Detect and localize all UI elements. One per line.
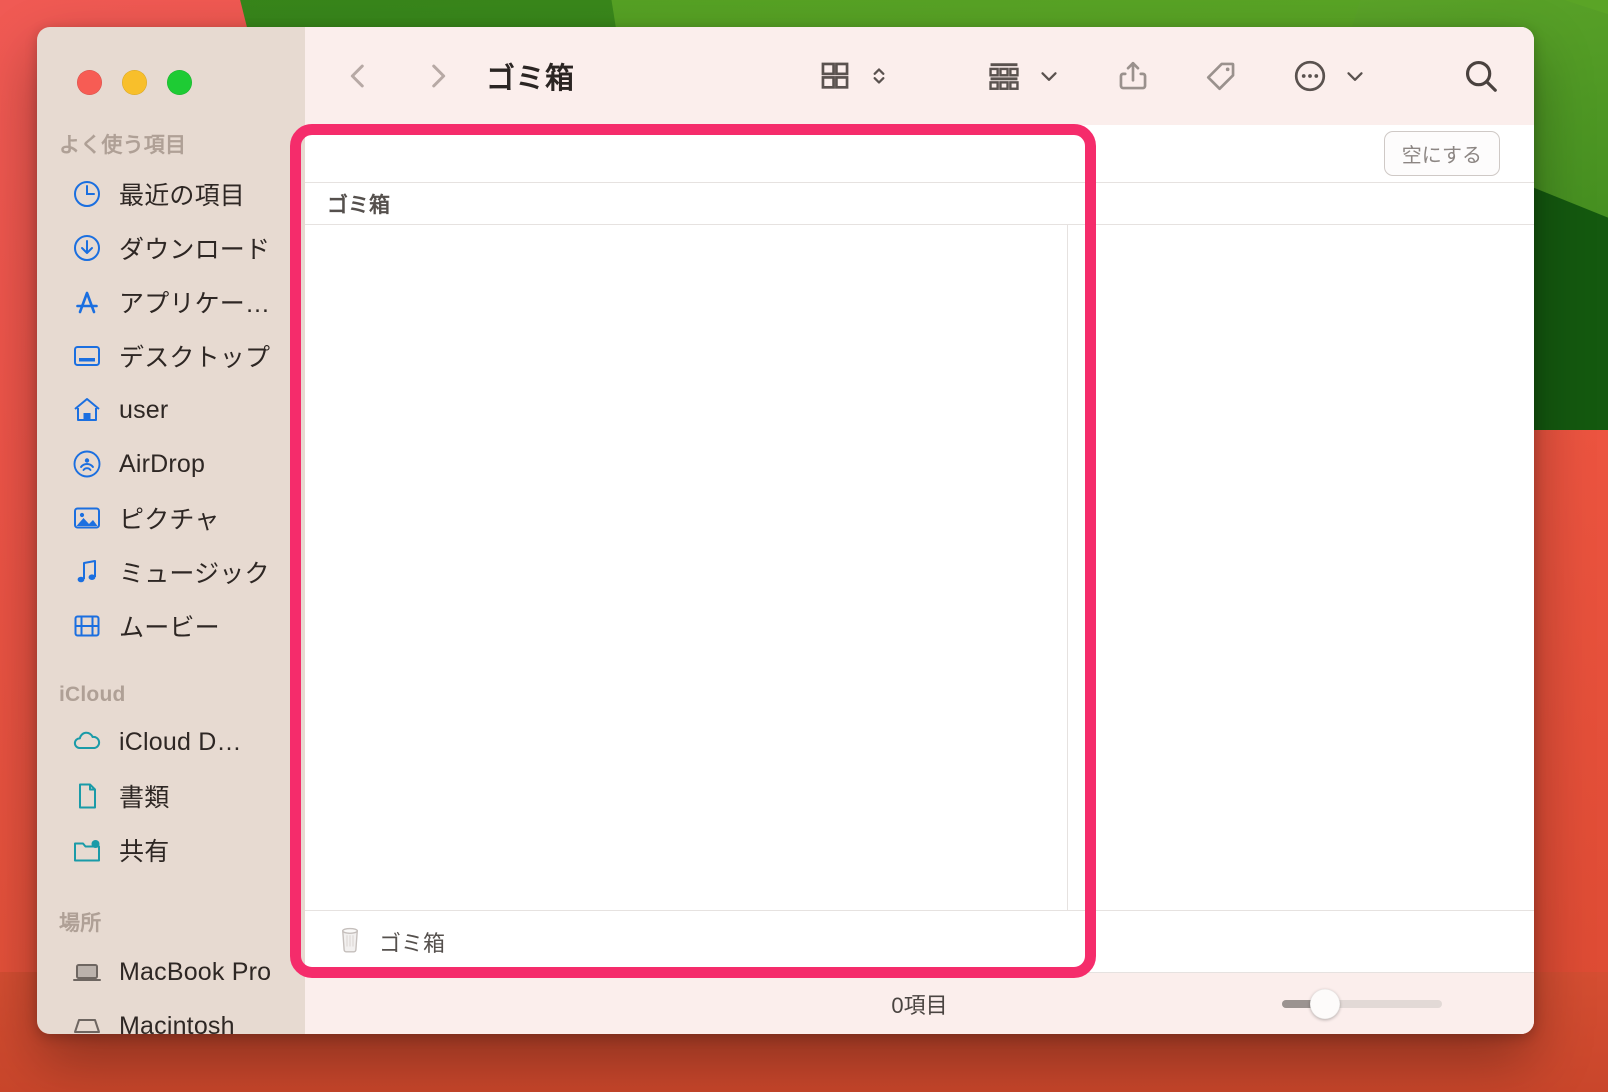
back-button[interactable] — [335, 53, 381, 99]
clock-icon — [71, 178, 103, 210]
sidebar-item-airdrop[interactable]: AirDrop — [47, 437, 295, 491]
sidebar-item-label: iCloud D… — [119, 727, 242, 756]
sidebar-item-label: 最近の項目 — [119, 182, 246, 210]
sidebar-item-pictures[interactable]: ピクチャ — [47, 491, 295, 545]
sidebar-item-label: ミュージック — [119, 560, 270, 588]
more-ellipsis-circle-icon — [1294, 60, 1326, 92]
group-by-button[interactable] — [986, 50, 1022, 102]
slider-thumb[interactable] — [1310, 988, 1340, 1019]
sidebar-item-applications[interactable]: アプリケー… — [47, 275, 295, 329]
sidebar-item-macintosh-hd[interactable]: Macintosh — [47, 999, 295, 1034]
chevron-up-down-icon — [873, 68, 885, 84]
chevron-down-icon — [1041, 72, 1057, 81]
share-button[interactable] — [1116, 50, 1150, 102]
group-by-chevron[interactable] — [1036, 50, 1062, 102]
movies-film-icon — [71, 610, 103, 642]
sidebar-item-label: ピクチャ — [119, 506, 220, 534]
sidebar-item-recents[interactable]: 最近の項目 — [47, 167, 295, 221]
view-mode-button[interactable] — [818, 50, 852, 102]
sidebar-item-label: MacBook Pro — [119, 957, 272, 986]
sidebar-item-label: アプリケー… — [119, 290, 271, 318]
sidebar-item-desktop[interactable]: デスクトップ — [47, 329, 295, 383]
column-divider[interactable] — [1067, 225, 1068, 910]
laptop-icon — [71, 956, 103, 988]
view-mode-stepper[interactable] — [866, 50, 892, 102]
cloud-icon — [71, 726, 103, 758]
trash-actions-bar: 空にする — [305, 125, 1534, 183]
desktop-icon — [71, 340, 103, 372]
sidebar-item-movies[interactable]: ムービー — [47, 599, 295, 653]
home-icon — [71, 394, 103, 426]
sidebar-item-music[interactable]: ミュージック — [47, 545, 295, 599]
trash-can-icon — [335, 924, 365, 959]
column-header-name: ゴミ箱 — [327, 193, 390, 217]
sidebar-section-favorites-title: よく使う項目 — [59, 134, 187, 157]
sidebar-item-label: AirDrop — [119, 449, 206, 478]
hard-drive-icon — [71, 1010, 103, 1034]
sidebar-item-macbook-pro[interactable]: MacBook Pro — [47, 945, 295, 999]
sidebar-item-label: デスクトップ — [119, 344, 271, 372]
icon-view-grid-icon — [821, 62, 849, 89]
airdrop-icon — [71, 448, 103, 480]
more-actions-chevron[interactable] — [1342, 50, 1368, 102]
pictures-icon — [71, 502, 103, 534]
sidebar-item-label: 書類 — [119, 784, 170, 812]
sidebar-item-label: ダウンロード — [119, 236, 271, 264]
chevron-down-icon — [1347, 72, 1363, 81]
content-area: ゴミ箱 — [305, 183, 1534, 910]
sidebar-item-home[interactable]: user — [47, 383, 295, 437]
group-by-rows-icon — [989, 63, 1019, 90]
toolbar: ゴミ箱 — [305, 27, 1534, 125]
tag-button[interactable] — [1204, 50, 1238, 102]
file-list[interactable] — [305, 225, 1534, 910]
path-bar-label[interactable]: ゴミ箱 — [379, 926, 445, 958]
sidebar-item-documents[interactable]: 書類 — [47, 769, 295, 823]
search-button[interactable] — [1462, 50, 1500, 102]
more-actions-button[interactable] — [1292, 50, 1328, 102]
column-header-row: ゴミ箱 — [305, 183, 1534, 225]
share-icon — [1119, 61, 1147, 90]
search-icon — [1465, 60, 1497, 92]
finder-window: よく使う項目 最近の項目 ダウンロード アプリケー… デスクトップ user A… — [37, 27, 1534, 1034]
sidebar-item-label: ムービー — [119, 614, 220, 642]
window-controls — [37, 31, 305, 95]
icon-size-slider[interactable] — [1282, 988, 1442, 1019]
zoom-button[interactable] — [167, 70, 192, 95]
window-title: ゴミ箱 — [486, 63, 575, 95]
applications-icon — [71, 286, 103, 318]
tag-icon — [1206, 62, 1235, 91]
download-icon — [71, 232, 103, 264]
sidebar: よく使う項目 最近の項目 ダウンロード アプリケー… デスクトップ user A… — [37, 27, 305, 1034]
path-bar: ゴミ箱 — [305, 910, 1534, 972]
document-icon — [71, 780, 103, 812]
close-button[interactable] — [77, 70, 102, 95]
sidebar-item-label: user — [119, 395, 169, 424]
status-bar: 0項目 — [305, 972, 1534, 1034]
sidebar-item-shared[interactable]: 共有 — [47, 823, 295, 877]
sidebar-item-icloud-drive[interactable]: iCloud D… — [47, 715, 295, 769]
main-panel: ゴミ箱 空にする ゴミ箱 ゴミ箱 0項目 — [305, 27, 1534, 1034]
shared-folder-icon — [71, 834, 103, 866]
trash-can-icon — [342, 927, 358, 953]
sidebar-section-locations-title: 場所 — [59, 912, 102, 935]
sidebar-item-label: 共有 — [119, 838, 170, 866]
sidebar-item-downloads[interactable]: ダウンロード — [47, 221, 295, 275]
forward-button[interactable] — [415, 53, 461, 99]
chevron-left-icon — [350, 64, 364, 88]
sidebar-section-icloud-title: iCloud — [59, 683, 126, 706]
chevron-right-icon — [432, 64, 446, 88]
minimize-button[interactable] — [122, 70, 147, 95]
sidebar-item-label: Macintosh — [119, 1011, 235, 1035]
empty-trash-button[interactable]: 空にする — [1383, 131, 1500, 176]
music-note-icon — [71, 556, 103, 588]
